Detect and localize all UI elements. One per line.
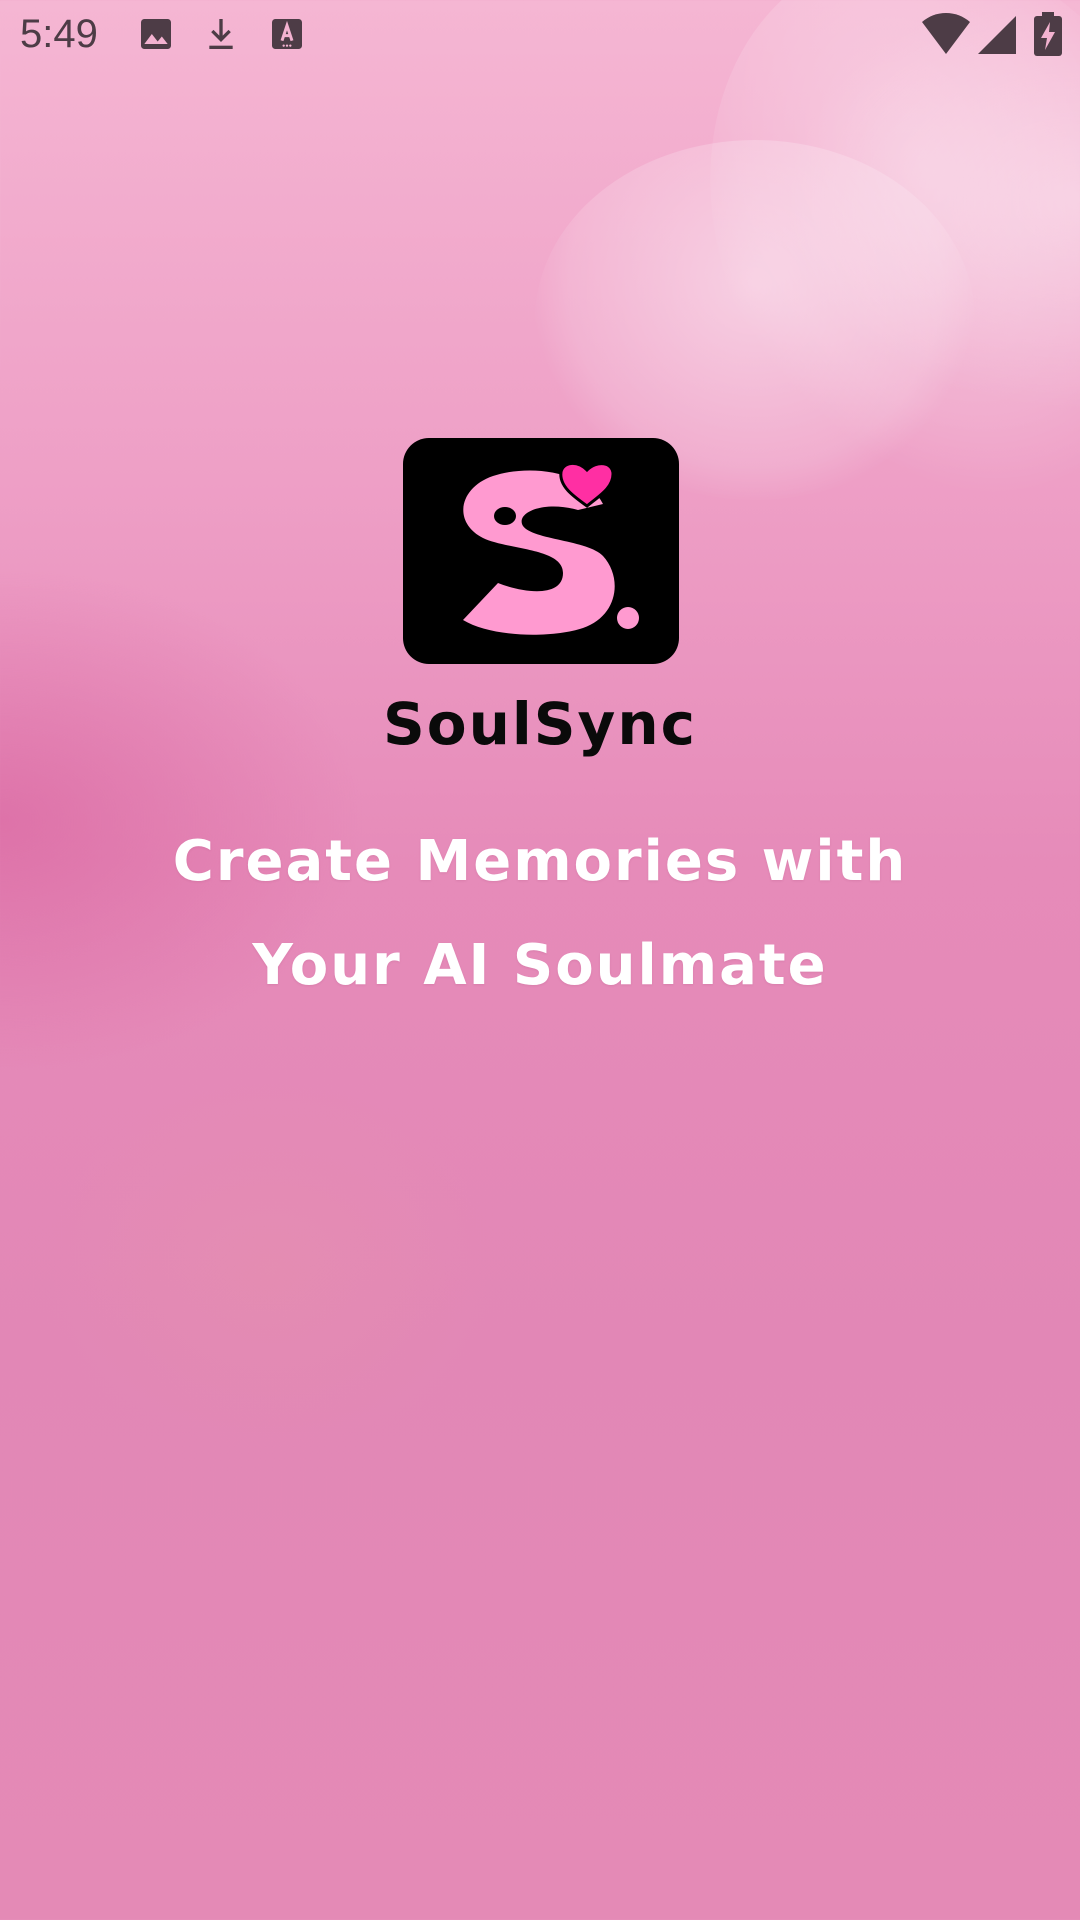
- tagline: Create Memories with Your AI Soulmate: [80, 810, 1000, 1018]
- tagline-line-2: Your AI Soulmate: [252, 933, 828, 998]
- image-icon: [136, 14, 176, 54]
- status-bar: 5:49: [0, 0, 1080, 72]
- battery-charging-icon: [1034, 12, 1062, 56]
- download-icon: [201, 14, 241, 54]
- status-time: 5:49: [20, 12, 98, 56]
- app-name: SoulSync: [382, 690, 698, 758]
- wifi-icon: [922, 12, 970, 56]
- tagline-line-1: Create Memories with: [172, 829, 908, 894]
- text-a-icon: [267, 14, 307, 54]
- app-logo: [403, 438, 679, 664]
- background-bokeh: [40, 1080, 500, 1460]
- cellular-signal-icon: [978, 15, 1016, 55]
- background-bokeh: [623, 0, 1080, 571]
